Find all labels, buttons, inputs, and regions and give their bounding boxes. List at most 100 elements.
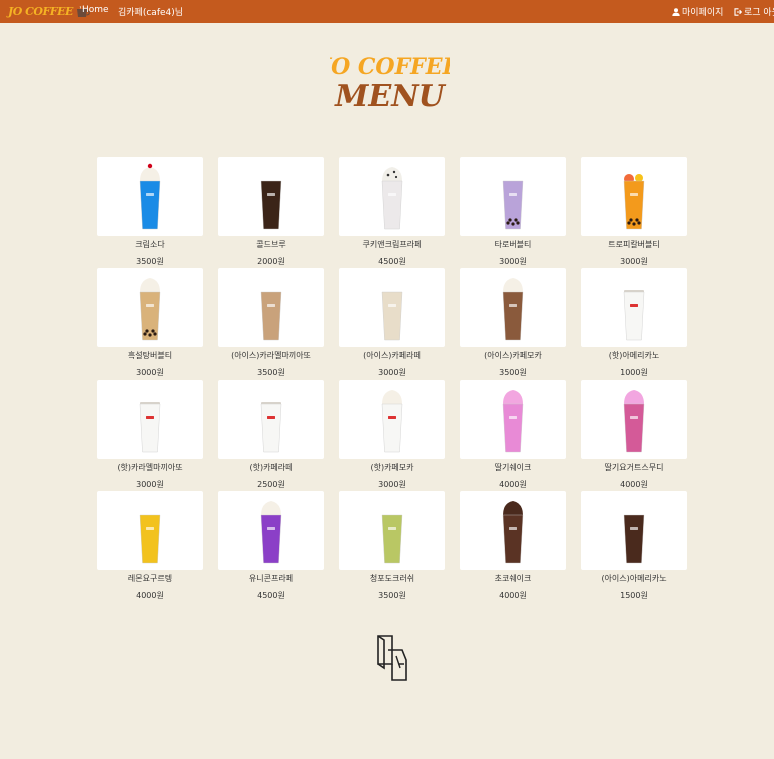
menu-item-name: 크림소다: [135, 240, 165, 249]
menu-item-price: 3000원: [378, 480, 406, 489]
menu-item-image[interactable]: [460, 380, 566, 459]
menu-item-card[interactable]: 흑설탕버블티 3000원: [97, 268, 203, 378]
drink-cup-icon: [139, 278, 161, 341]
menu-item-name: 유니콘프라페: [248, 574, 294, 583]
drink-cup-icon: [623, 290, 645, 341]
menu-item-image[interactable]: [460, 157, 566, 236]
nav-mypage-label: 마이페이지: [682, 8, 724, 18]
menu-item-name: (아이스)카라멜마끼아또: [231, 351, 311, 360]
door-exit-icon[interactable]: [374, 634, 410, 682]
menu-item-image[interactable]: [97, 268, 203, 347]
drink-cup-icon: [139, 402, 161, 453]
menu-item-image[interactable]: [218, 268, 324, 347]
drink-cup-icon: [623, 390, 645, 453]
drink-cup-icon: [260, 291, 282, 341]
top-navbar: JO COFFEE Home 김카페(cafe4)님 마이페이지 로그 아웃: [0, 0, 774, 23]
menu-item-card[interactable]: 초코쉐이크 4000원: [460, 491, 566, 601]
menu-item-image[interactable]: [581, 268, 687, 347]
brand-text: JO COFFEE: [8, 5, 73, 18]
menu-item-card[interactable]: 콜드브루 2000원: [218, 157, 324, 267]
drink-cup-icon: [381, 167, 403, 230]
menu-item-image[interactable]: [97, 157, 203, 236]
menu-item-image[interactable]: [218, 380, 324, 459]
menu-item-image[interactable]: [581, 380, 687, 459]
menu-item-card[interactable]: (아이스)카페라떼 3000원: [339, 268, 445, 378]
nav-mypage-link[interactable]: 마이페이지: [672, 5, 723, 18]
menu-item-image[interactable]: [339, 380, 445, 459]
menu-item-price: 1000원: [620, 368, 648, 377]
drink-cup-icon: [502, 278, 524, 341]
menu-item-image[interactable]: [97, 380, 203, 459]
user-icon: [672, 7, 680, 16]
drink-cup-icon: [502, 390, 524, 453]
menu-item-name: 딸기요거트스무디: [604, 463, 664, 472]
menu-item-price: 3500원: [257, 368, 285, 377]
menu-item-card[interactable]: 타로버블티 3000원: [460, 157, 566, 267]
menu-item-image[interactable]: [339, 268, 445, 347]
menu-item-name: 콜드브루: [256, 240, 286, 249]
menu-item-card[interactable]: 유니콘프라페 4500원: [218, 491, 324, 601]
menu-item-card[interactable]: (핫)카페모카 3000원: [339, 380, 445, 490]
menu-item-card[interactable]: 딸기쉐이크 4000원: [460, 380, 566, 490]
menu-item-image[interactable]: [460, 268, 566, 347]
menu-item-price: 4000원: [499, 480, 527, 489]
drink-cup-icon: [381, 291, 403, 341]
menu-item-name: 트로피칼버블티: [608, 240, 660, 249]
menu-item-card[interactable]: 크림소다 3500원: [97, 157, 203, 267]
drink-cup-icon: [623, 174, 645, 230]
menu-item-price: 3500원: [136, 257, 164, 266]
menu-item-name: (핫)아메리카노: [608, 351, 660, 360]
menu-item-image[interactable]: [97, 491, 203, 570]
menu-item-name: (핫)카페라떼: [249, 463, 293, 472]
nav-logout-link[interactable]: 로그 아웃: [734, 5, 774, 18]
menu-item-image[interactable]: [339, 157, 445, 236]
menu-item-card[interactable]: 레몬요구르텡 4000원: [97, 491, 203, 601]
menu-item-price: 3000원: [136, 368, 164, 377]
menu-item-card[interactable]: 트로피칼버블티 3000원: [581, 157, 687, 267]
menu-item-name: 청포도크러쉬: [369, 574, 415, 583]
menu-item-price: 4000원: [499, 591, 527, 600]
menu-item-price: 4500원: [378, 257, 406, 266]
menu-item-name: 초코쉐이크: [494, 574, 532, 583]
logo-bottom-text: MENU: [334, 79, 446, 112]
menu-item-card[interactable]: (아이스)카라멜마끼아또 3500원: [218, 268, 324, 378]
menu-item-name: (아이스)카페라떼: [363, 351, 421, 360]
menu-item-price: 2000원: [257, 257, 285, 266]
drink-cup-icon: [139, 163, 161, 230]
drink-cup-icon: [623, 514, 645, 564]
menu-item-name: (아이스)아메리카노: [601, 574, 667, 583]
menu-item-image[interactable]: [339, 491, 445, 570]
logo-top-text: JO COFFEE: [330, 54, 450, 80]
menu-item-name: 흑설탕버블티: [127, 351, 173, 360]
drink-cup-icon: [260, 501, 282, 564]
menu-item-name: 타로버블티: [494, 240, 532, 249]
menu-item-name: (아이스)카페모카: [484, 351, 542, 360]
drink-cup-icon: [502, 501, 524, 564]
menu-item-card[interactable]: (핫)카페라떼 2500원: [218, 380, 324, 490]
menu-item-image[interactable]: [218, 157, 324, 236]
menu-item-image[interactable]: [581, 491, 687, 570]
menu-item-image[interactable]: [460, 491, 566, 570]
menu-item-price: 3000원: [499, 257, 527, 266]
menu-item-name: 레몬요구르텡: [127, 574, 173, 583]
menu-item-price: 4000원: [136, 591, 164, 600]
drink-cup-icon: [260, 402, 282, 453]
menu-item-name: 딸기쉐이크: [494, 463, 532, 472]
menu-item-name: 쿠키앤크림프라페: [362, 240, 422, 249]
logout-icon: [734, 7, 742, 16]
drink-cup-icon: [260, 180, 282, 230]
menu-item-card[interactable]: 청포도크러쉬 3500원: [339, 491, 445, 601]
menu-item-card[interactable]: (핫)아메리카노 1000원: [581, 268, 687, 378]
menu-item-card[interactable]: (핫)카라멜마끼아또 3000원: [97, 380, 203, 490]
menu-item-card[interactable]: 딸기요거트스무디 4000원: [581, 380, 687, 490]
menu-item-card[interactable]: (아이스)카페모카 3500원: [460, 268, 566, 378]
menu-item-price: 3000원: [136, 480, 164, 489]
nav-home-link[interactable]: Home: [82, 5, 109, 15]
menu-item-image[interactable]: [218, 491, 324, 570]
menu-item-price: 3500원: [378, 591, 406, 600]
menu-item-card[interactable]: 쿠키앤크림프라페 4500원: [339, 157, 445, 267]
menu-item-card[interactable]: (아이스)아메리카노 1500원: [581, 491, 687, 601]
menu-item-price: 3500원: [499, 368, 527, 377]
brand-logo[interactable]: JO COFFEE: [8, 2, 90, 21]
menu-item-image[interactable]: [581, 157, 687, 236]
